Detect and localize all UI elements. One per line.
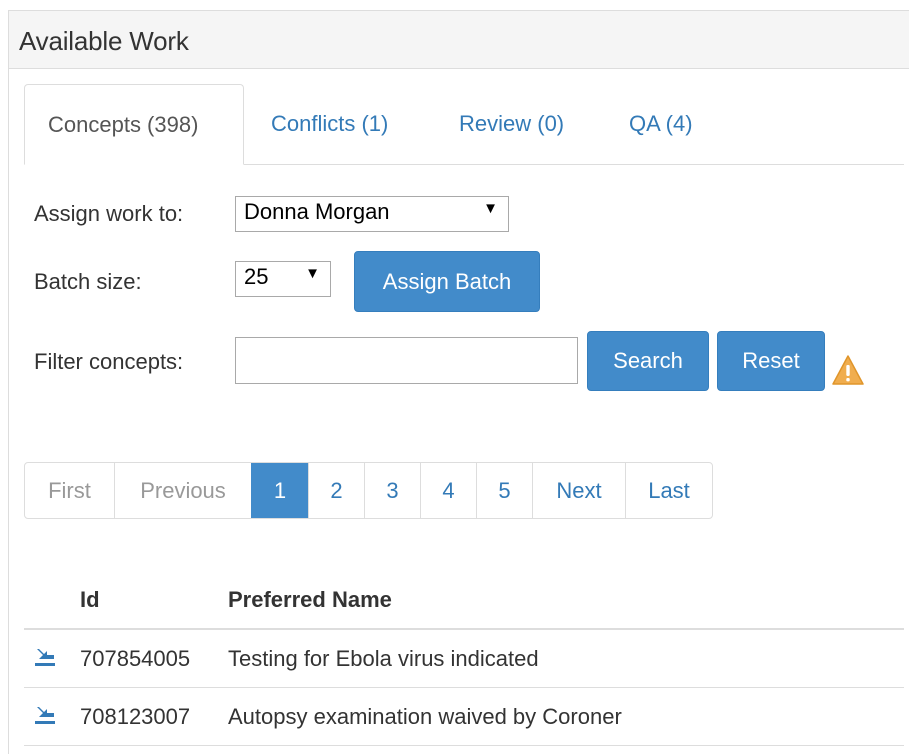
tab-qa[interactable]: QA (4) [629,84,693,164]
page-2[interactable]: 2 [308,463,364,518]
page-3[interactable]: 3 [364,463,420,518]
page-next[interactable]: Next [532,463,625,518]
assign-user-value: Donna Morgan [244,199,390,224]
tab-concepts[interactable]: Concepts (398) [24,84,244,165]
assign-batch-button[interactable]: Assign Batch [354,251,540,312]
pagination: First Previous 1 2 3 4 5 Next Last [24,462,713,519]
chevron-down-icon: ▼ [305,265,320,282]
tab-conflicts[interactable]: Conflicts (1) [271,84,388,164]
panel-title: Available Work [19,26,189,56]
table-row: 708123007 Autopsy examination waived by … [24,688,904,746]
available-work-panel: Available Work Concepts (398) Conflicts … [8,10,909,754]
batch-size-value: 25 [244,264,269,289]
batch-size-label: Batch size: [34,269,142,294]
search-button[interactable]: Search [587,331,709,391]
batch-size-select[interactable]: 25 ▼ [235,261,331,297]
page-first[interactable]: First [25,463,114,518]
filter-concepts-label: Filter concepts: [34,349,184,374]
assign-work-label: Assign work to: [34,201,184,226]
reset-button[interactable]: Reset [717,331,825,391]
page-5[interactable]: 5 [476,463,532,518]
assign-to-me-icon[interactable] [34,704,56,726]
assign-to-me-icon[interactable] [34,646,56,668]
page-4[interactable]: 4 [420,463,476,518]
concept-name: Autopsy examination waived by Coroner [228,704,622,729]
column-header-preferred-name[interactable]: Preferred Name [228,587,392,613]
concept-id: 708123007 [80,704,191,729]
concept-id: 707854005 [80,646,191,671]
column-header-id[interactable]: Id [80,587,100,613]
warning-triangle-icon [832,355,864,385]
filter-concepts-input[interactable] [235,337,578,384]
assign-user-select[interactable]: Donna Morgan ▼ [235,196,509,232]
page-previous[interactable]: Previous [114,463,251,518]
tab-review[interactable]: Review (0) [459,84,564,164]
panel-heading: Available Work [9,11,909,69]
chevron-down-icon: ▼ [483,200,498,217]
page-1[interactable]: 1 [251,463,308,518]
concept-name: Testing for Ebola virus indicated [228,646,539,671]
table-row: 707854005 Testing for Ebola virus indica… [24,630,904,688]
page-last[interactable]: Last [625,463,712,518]
work-tabs: Concepts (398) Conflicts (1) Review (0) … [24,84,904,165]
